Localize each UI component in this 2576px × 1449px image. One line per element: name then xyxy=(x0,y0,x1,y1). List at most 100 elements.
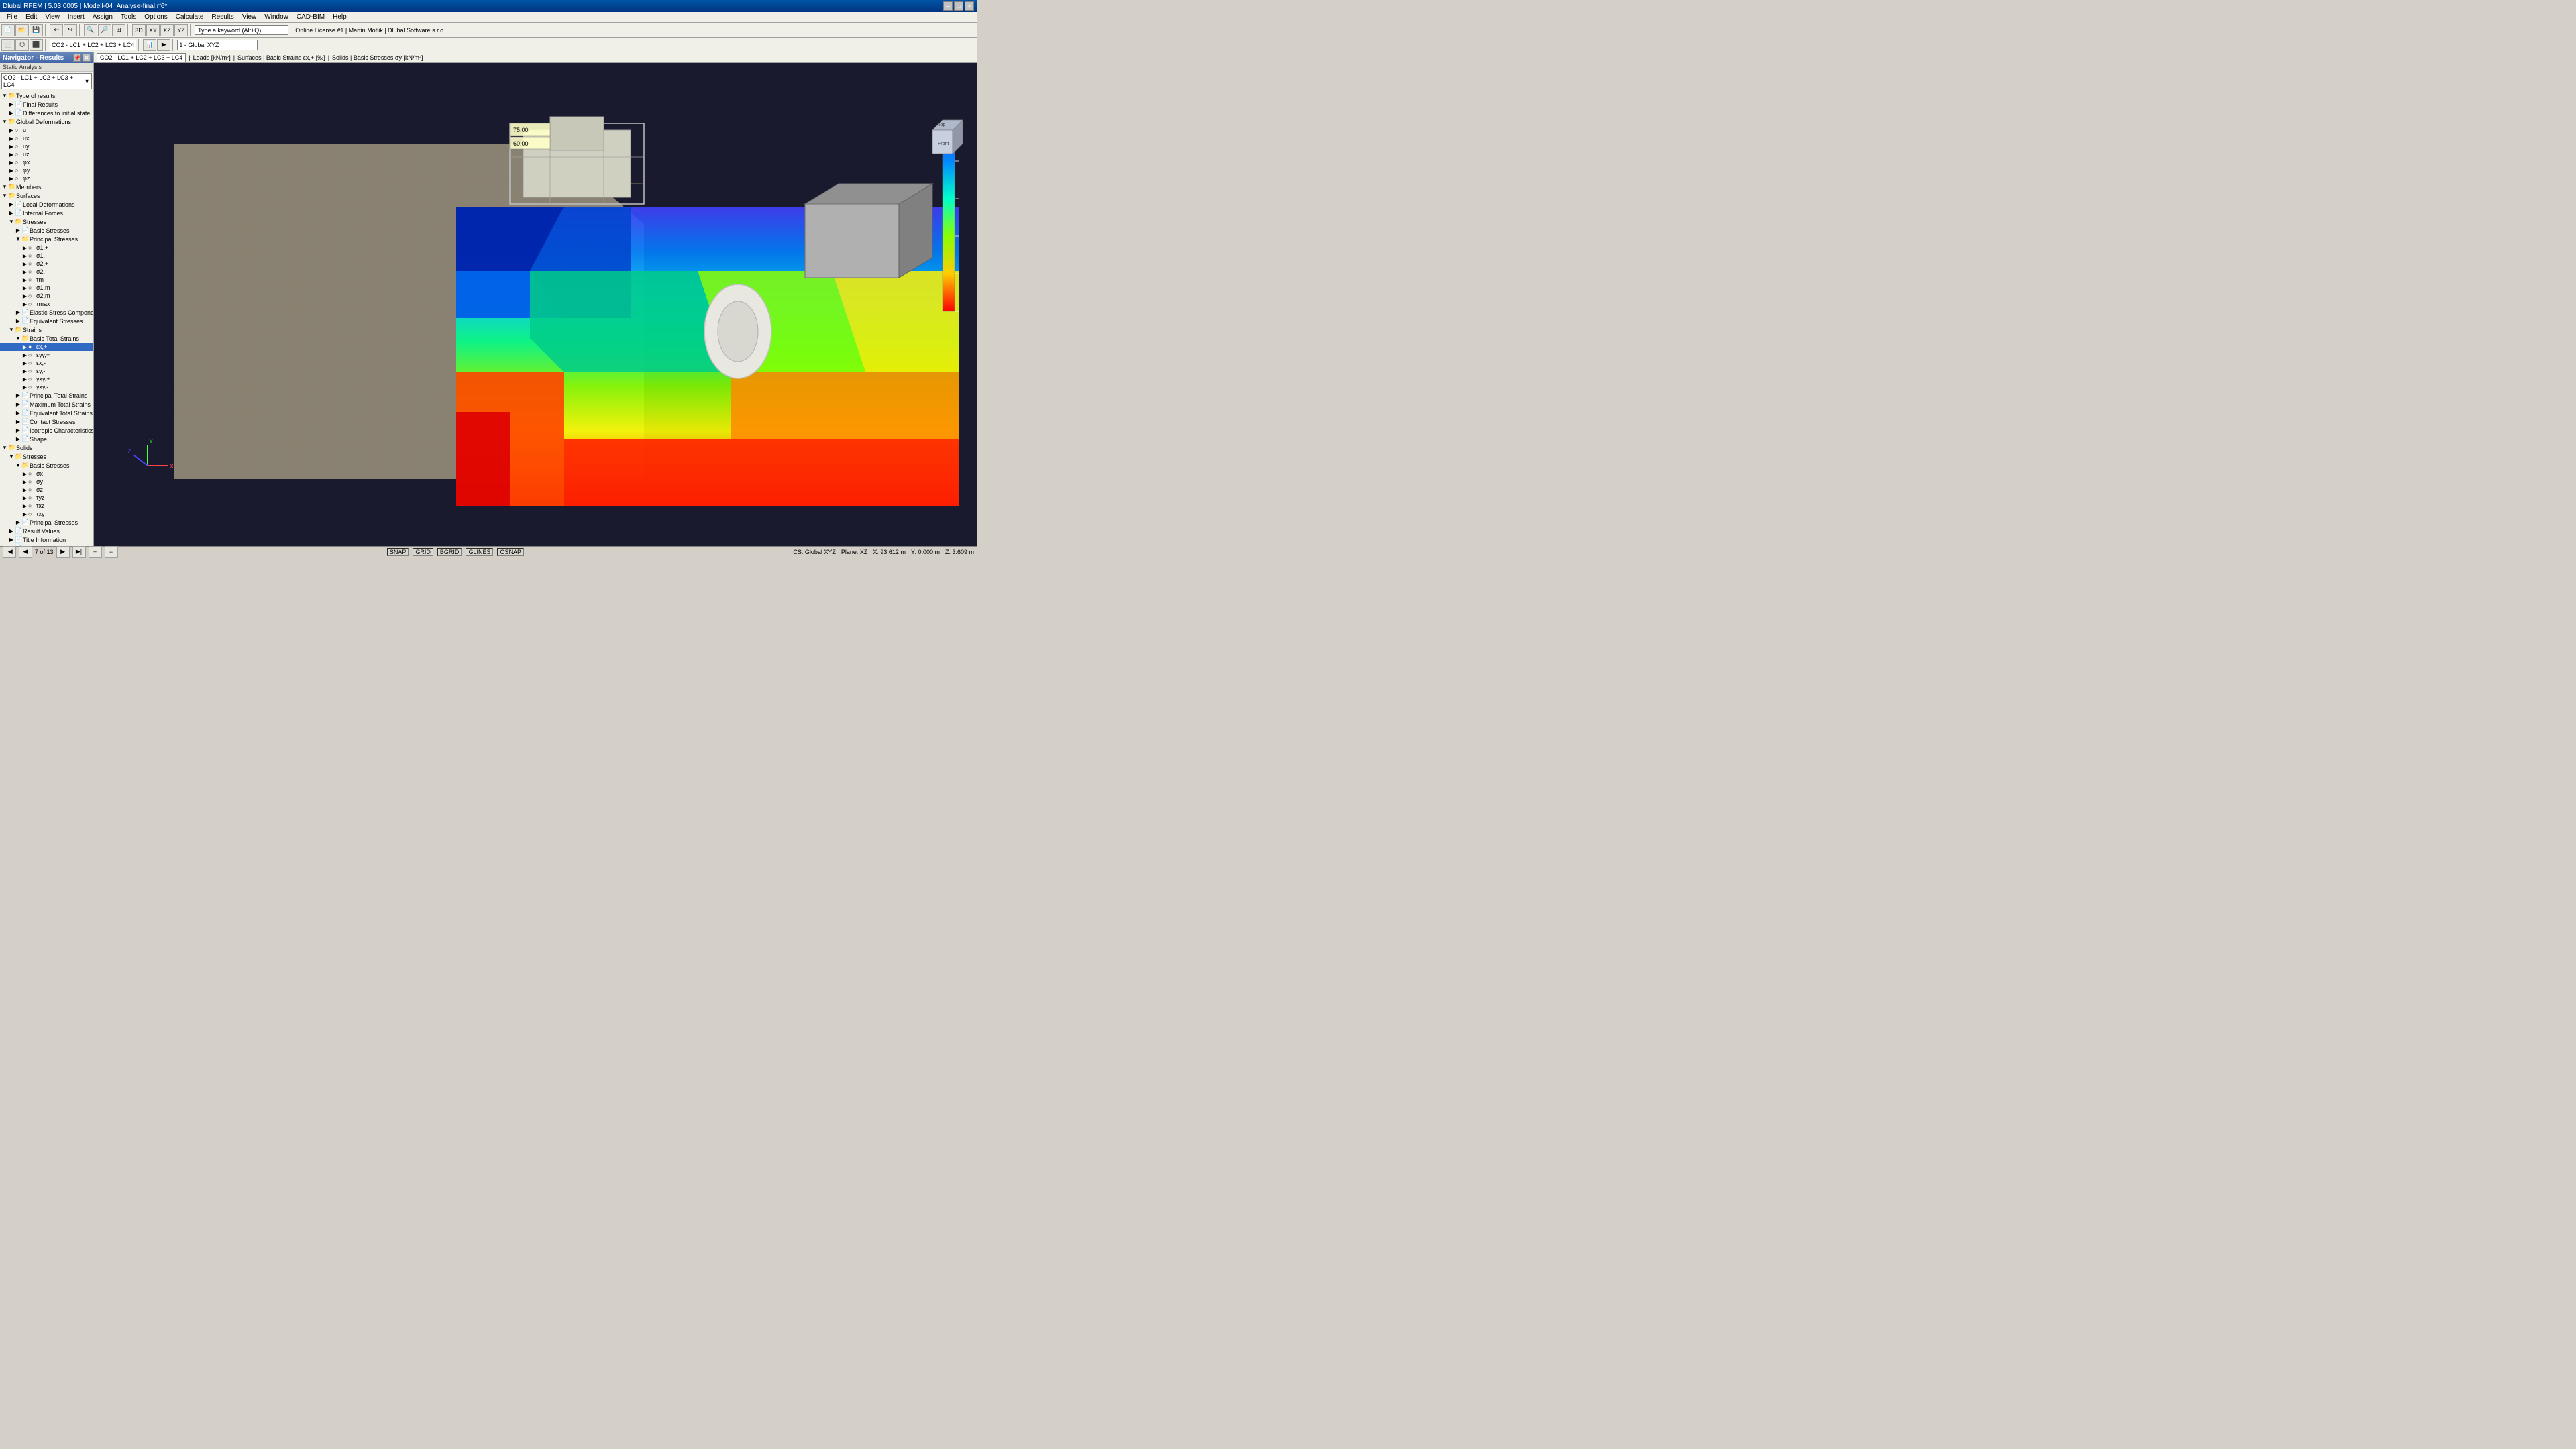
view-xy-button[interactable]: XY xyxy=(146,24,160,36)
tree-expand-icon[interactable]: ▶ xyxy=(8,144,15,150)
nav-first-button[interactable]: |◀ xyxy=(3,546,16,558)
tree-item-31[interactable]: ▶○εyy,+ xyxy=(0,351,93,359)
tree-expand-icon[interactable]: ▶ xyxy=(8,101,15,107)
tree-expand-icon[interactable]: ▶ xyxy=(15,318,21,324)
tree-item-35[interactable]: ▶○γxy,- xyxy=(0,383,93,391)
tree-item-3[interactable]: ▼📁Global Deformations xyxy=(0,117,93,126)
nav-del-button[interactable]: − xyxy=(105,546,118,558)
tree-item-43[interactable]: ▼📁Stresses xyxy=(0,452,93,461)
maximize-button[interactable]: □ xyxy=(954,1,963,11)
tree-item-53[interactable]: ▶📄Title Information xyxy=(0,535,93,544)
tree-item-6[interactable]: ▶○uy xyxy=(0,142,93,150)
tree-item-13[interactable]: ▶📄Local Deformations xyxy=(0,200,93,209)
menu-item-edit[interactable]: Edit xyxy=(21,13,41,21)
nav-add-button[interactable]: + xyxy=(89,546,102,558)
tree-item-11[interactable]: ▼📁Members xyxy=(0,182,93,191)
tree-expand-icon[interactable]: ▼ xyxy=(1,445,8,451)
tree-expand-icon[interactable]: ▶ xyxy=(21,277,28,283)
tree-expand-icon[interactable]: ▼ xyxy=(15,236,21,242)
keyword-search[interactable]: Type a keyword (Alt+Q) xyxy=(195,25,288,35)
tree-item-20[interactable]: ▶○σ2,+ xyxy=(0,260,93,268)
tree-item-42[interactable]: ▼📁Solids xyxy=(0,443,93,452)
menu-item-calculate[interactable]: Calculate xyxy=(172,13,208,21)
tree-item-8[interactable]: ▶○φx xyxy=(0,158,93,166)
result-diagram[interactable]: 📊 xyxy=(143,39,156,51)
tree-expand-icon[interactable]: ▼ xyxy=(1,184,8,190)
open-button[interactable]: 📂 xyxy=(15,24,29,36)
tree-expand-icon[interactable]: ▶ xyxy=(8,110,15,116)
render-button[interactable]: ⬜ xyxy=(1,39,15,51)
save-button[interactable]: 💾 xyxy=(30,24,43,36)
menu-item-view[interactable]: View xyxy=(238,13,261,21)
tree-item-51[interactable]: ▶📄Principal Stresses xyxy=(0,518,93,527)
tree-expand-icon[interactable]: ▼ xyxy=(15,335,21,341)
tree-expand-icon[interactable]: ▶ xyxy=(21,384,28,390)
menu-item-insert[interactable]: Insert xyxy=(64,13,89,21)
new-button[interactable]: 📄 xyxy=(1,24,15,36)
combo-lc[interactable]: CO2 - LC1 + LC2 + LC3 + LC4 xyxy=(50,40,136,50)
tree-expand-icon[interactable]: ▶ xyxy=(21,479,28,485)
tree-expand-icon[interactable]: ▼ xyxy=(1,93,8,99)
minimize-button[interactable]: ─ xyxy=(943,1,953,11)
tree-item-16[interactable]: ▶📄Basic Stresses xyxy=(0,226,93,235)
tree-expand-icon[interactable]: ▶ xyxy=(21,487,28,493)
tree-expand-icon[interactable]: ▶ xyxy=(21,471,28,477)
tree-expand-icon[interactable]: ▶ xyxy=(21,253,28,259)
tree-expand-icon[interactable]: ▶ xyxy=(21,376,28,382)
tree-expand-icon[interactable]: ▶ xyxy=(8,210,15,216)
tree-expand-icon[interactable]: ▶ xyxy=(15,436,21,442)
tree-item-15[interactable]: ▼📁Stresses xyxy=(0,217,93,226)
tree-expand-icon[interactable]: ▶ xyxy=(21,344,28,350)
tree-expand-icon[interactable]: ▶ xyxy=(15,427,21,433)
tree-expand-icon[interactable]: ▶ xyxy=(21,245,28,251)
view-dropdown[interactable]: 1 - Global XYZ xyxy=(177,40,258,50)
tree-item-30[interactable]: ▶●εx,+ xyxy=(0,343,93,351)
tree-item-46[interactable]: ▶○σy xyxy=(0,478,93,486)
redo-button[interactable]: ↪ xyxy=(64,24,77,36)
nav-last-button[interactable]: ▶| xyxy=(72,546,86,558)
undo-button[interactable]: ↩ xyxy=(50,24,63,36)
tree-expand-icon[interactable]: ▼ xyxy=(8,219,15,225)
tree-expand-icon[interactable]: ▶ xyxy=(15,410,21,416)
tree-item-22[interactable]: ▶○τm xyxy=(0,276,93,284)
tree-item-9[interactable]: ▶○φy xyxy=(0,166,93,174)
tree-item-7[interactable]: ▶○uz xyxy=(0,150,93,158)
zoom-all-button[interactable]: ⊞ xyxy=(112,24,125,36)
tree-item-28[interactable]: ▼📁Strains xyxy=(0,325,93,334)
tree-item-32[interactable]: ▶○εx,- xyxy=(0,359,93,367)
tree-expand-icon[interactable]: ▶ xyxy=(15,227,21,233)
tree-item-1[interactable]: ▶📄Final Results xyxy=(0,100,93,109)
tree-item-48[interactable]: ▶○τyz xyxy=(0,494,93,502)
zoom-in-button[interactable]: 🔍 xyxy=(84,24,97,36)
tree-item-36[interactable]: ▶📄Principal Total Strains xyxy=(0,391,93,400)
grid-btn[interactable]: GRID xyxy=(413,548,433,556)
tree-item-17[interactable]: ▼📁Principal Stresses xyxy=(0,235,93,244)
tree-expand-icon[interactable]: ▶ xyxy=(21,301,28,307)
tree-item-50[interactable]: ▶○τxy xyxy=(0,510,93,518)
tree-expand-icon[interactable]: ▼ xyxy=(15,462,21,468)
tree-item-10[interactable]: ▶○φz xyxy=(0,174,93,182)
tree-item-39[interactable]: ▶📄Contact Stresses xyxy=(0,417,93,426)
tree-expand-icon[interactable]: ▶ xyxy=(21,293,28,299)
tree-expand-icon[interactable]: ▶ xyxy=(8,127,15,133)
menu-item-options[interactable]: Options xyxy=(140,13,171,21)
tree-item-34[interactable]: ▶○γxy,+ xyxy=(0,375,93,383)
tree-item-25[interactable]: ▶○τmax xyxy=(0,300,93,308)
menu-item-help[interactable]: Help xyxy=(329,13,351,21)
tree-item-5[interactable]: ▶○ux xyxy=(0,134,93,142)
tree-expand-icon[interactable]: ▶ xyxy=(21,352,28,358)
nav-combo[interactable]: CO2 - LC1 + LC2 + LC3 + LC4 ▼ xyxy=(1,73,92,89)
tree-expand-icon[interactable]: ▶ xyxy=(15,519,21,525)
tree-item-45[interactable]: ▶○σx xyxy=(0,470,93,478)
view-3d[interactable]: 75.00 60.00 X Y xyxy=(94,63,977,546)
tree-item-44[interactable]: ▼📁Basic Stresses xyxy=(0,461,93,470)
tree-item-21[interactable]: ▶○σ2,- xyxy=(0,268,93,276)
close-button[interactable]: ✕ xyxy=(965,1,974,11)
tree-item-26[interactable]: ▶📄Elastic Stress Components xyxy=(0,308,93,317)
tree-expand-icon[interactable]: ▶ xyxy=(15,401,21,407)
tree-item-2[interactable]: ▶📄Differences to initial state xyxy=(0,109,93,117)
tree-item-38[interactable]: ▶📄Equivalent Total Strains xyxy=(0,409,93,417)
tree-expand-icon[interactable]: ▼ xyxy=(1,119,8,125)
tree-item-19[interactable]: ▶○σ1,- xyxy=(0,252,93,260)
tree-expand-icon[interactable]: ▶ xyxy=(8,136,15,142)
